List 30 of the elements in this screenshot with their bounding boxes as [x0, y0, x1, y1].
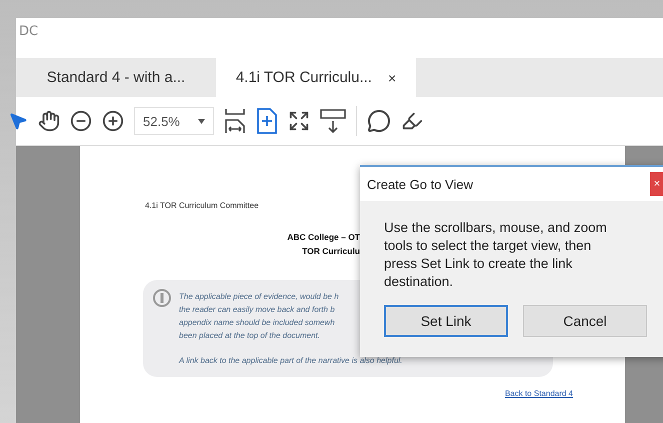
document-header: 4.1i TOR Curriculum Committee [145, 201, 260, 210]
comment-icon[interactable] [367, 109, 391, 133]
zoom-out-icon[interactable] [70, 110, 92, 132]
dialog-message: Use the scrollbars, mouse, and zoom tools to select the target view, then press Set Link to create the link destination. [384, 219, 608, 291]
dialog-button[interactable]: Cancel [523, 305, 647, 337]
expand-icon[interactable] [288, 110, 310, 132]
info-icon [153, 289, 171, 307]
note-text: the reader can easily move back and forth b [179, 304, 335, 316]
fit-width-icon[interactable] [224, 108, 246, 134]
document-tab[interactable]: 4.1i TOR Curriculu... × [216, 58, 416, 97]
zoom-field[interactable]: 52.5% [134, 107, 214, 135]
document-title: ABC College – OT [287, 231, 360, 244]
note-text: The applicable piece of evidence, would be h [179, 291, 339, 303]
close-button[interactable]: × [650, 172, 663, 196]
pointer-icon[interactable] [8, 111, 28, 131]
zoom-in-icon[interactable] [102, 110, 124, 132]
note-text: been placed at the top of the document. [179, 330, 320, 342]
window-title: DC [19, 24, 38, 39]
close-icon[interactable]: × [388, 70, 396, 86]
document-title: TOR Curriculu [302, 245, 360, 258]
dialog-title: Create Go to View [367, 176, 473, 192]
hand-icon[interactable] [38, 110, 60, 132]
scroll-down-icon[interactable] [320, 109, 346, 133]
dialog-button[interactable]: Set Link [384, 305, 508, 337]
page-fit-icon[interactable] [256, 108, 278, 134]
back-link[interactable]: Back to Standard 4 [504, 389, 573, 398]
note-text: A link back to the applicable part of the narrative is also helpful. [179, 355, 402, 367]
highlighter-icon[interactable] [401, 110, 423, 132]
dropdown-caret-icon [198, 118, 205, 124]
note-text: appendix name should be included somewh [179, 317, 335, 329]
